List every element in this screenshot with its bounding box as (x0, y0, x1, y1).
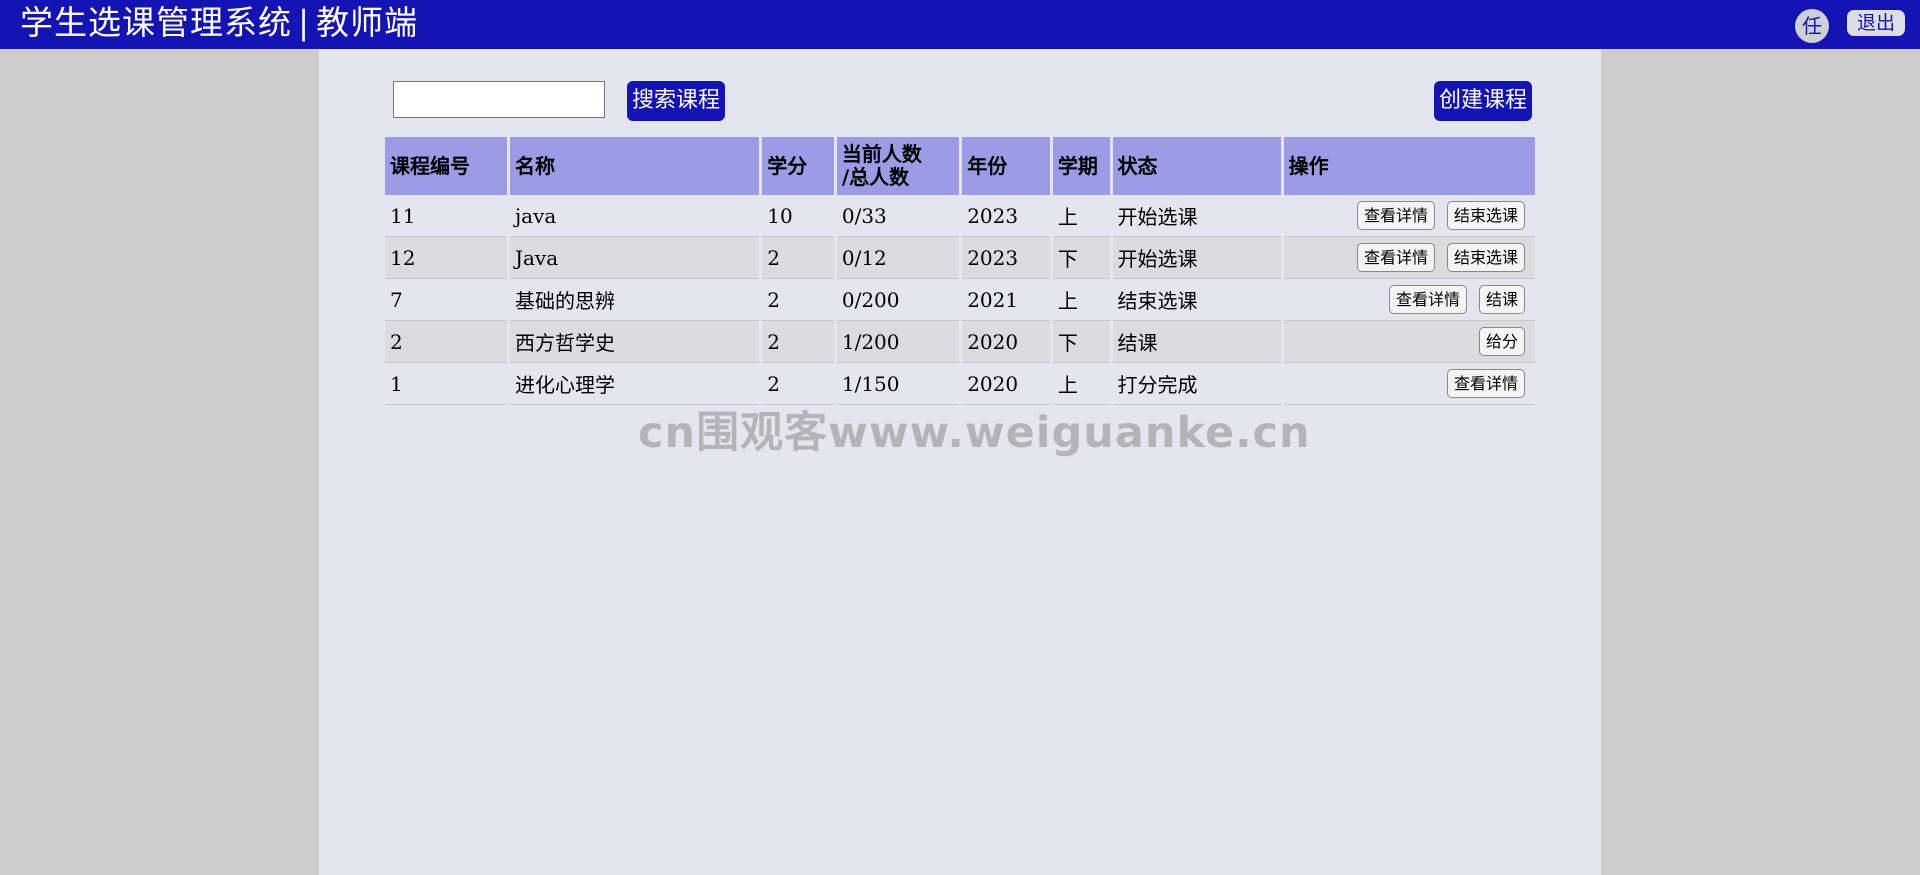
column-header-year: 年份 (962, 137, 1050, 195)
cell-status: 结课 (1112, 321, 1281, 363)
cell-id: 7 (385, 279, 507, 321)
cell-term: 上 (1052, 279, 1110, 321)
view-details-button[interactable]: 查看详情 (1446, 369, 1525, 398)
column-header-count: 当前人数/总人数 (836, 137, 960, 195)
cell-count: 1/200 (836, 321, 960, 363)
view-details-button[interactable]: 查看详情 (1388, 285, 1467, 314)
column-header-status: 状态 (1112, 137, 1281, 195)
role-name: 教师端 (316, 3, 419, 42)
cell-year: 2021 (962, 279, 1050, 321)
view-details-button[interactable]: 查看详情 (1356, 201, 1435, 230)
main-content: 搜索课程 创建课程 课程编号 名称 学分 当前人数/总人数 年份 学期 状态 操… (319, 49, 1601, 875)
column-header-count-line2: /总人数 (841, 165, 910, 189)
cell-id: 1 (385, 363, 507, 405)
cell-actions: 查看详情 结课 (1283, 279, 1535, 321)
column-header-name: 名称 (509, 137, 760, 195)
cell-status: 开始选课 (1112, 195, 1281, 237)
cell-actions: 查看详情 结束选课 (1283, 237, 1535, 279)
cell-credit: 2 (762, 321, 834, 363)
cell-status: 开始选课 (1112, 237, 1281, 279)
cell-name: Java (509, 237, 760, 279)
cell-credit: 2 (762, 237, 834, 279)
cell-year: 2023 (962, 237, 1050, 279)
end-selection-button[interactable]: 结束选课 (1446, 243, 1525, 272)
close-course-button[interactable]: 结课 (1478, 285, 1525, 314)
table-row: 7 基础的思辨 2 0/200 2021 上 结束选课 查看详情 结课 (385, 279, 1535, 321)
cell-actions: 给分 (1283, 321, 1535, 363)
cell-credit: 10 (762, 195, 834, 237)
title-separator: | (298, 3, 311, 42)
cell-id: 12 (385, 237, 507, 279)
cell-id: 2 (385, 321, 507, 363)
column-header-term: 学期 (1052, 137, 1110, 195)
app-title: 学生选课管理系统 | 教师端 (20, 3, 418, 43)
cell-count: 0/33 (836, 195, 960, 237)
cell-name: 基础的思辨 (509, 279, 760, 321)
system-name: 学生选课管理系统 (20, 3, 292, 42)
watermark: cn围观客www.weiguanke.cn (638, 408, 1311, 458)
cell-term: 下 (1052, 321, 1110, 363)
column-header-id: 课程编号 (385, 137, 507, 195)
cell-name: java (509, 195, 760, 237)
search-course-button[interactable]: 搜索课程 (627, 81, 725, 121)
column-header-actions: 操作 (1283, 137, 1535, 195)
search-input[interactable] (393, 81, 605, 118)
grade-button[interactable]: 给分 (1478, 327, 1525, 356)
create-course-button[interactable]: 创建课程 (1434, 81, 1532, 121)
table-header-row: 课程编号 名称 学分 当前人数/总人数 年份 学期 状态 操作 (385, 137, 1535, 195)
cell-name: 西方哲学史 (509, 321, 760, 363)
cell-actions: 查看详情 结束选课 (1283, 195, 1535, 237)
cell-id: 11 (385, 195, 507, 237)
table-row: 12 Java 2 0/12 2023 下 开始选课 查看详情 结束选课 (385, 237, 1535, 279)
cell-year: 2023 (962, 195, 1050, 237)
cell-term: 下 (1052, 237, 1110, 279)
cell-actions: 查看详情 (1283, 363, 1535, 405)
cell-status: 结束选课 (1112, 279, 1281, 321)
cell-credit: 2 (762, 279, 834, 321)
table-row: 2 西方哲学史 2 1/200 2020 下 结课 给分 (385, 321, 1535, 363)
cell-term: 上 (1052, 195, 1110, 237)
column-header-count-line1: 当前人数 (841, 142, 922, 166)
cell-count: 0/12 (836, 237, 960, 279)
end-selection-button[interactable]: 结束选课 (1446, 201, 1525, 230)
view-details-button[interactable]: 查看详情 (1356, 243, 1435, 272)
logout-button[interactable]: 退出 (1847, 10, 1905, 36)
avatar[interactable]: 任 (1795, 9, 1829, 43)
course-table: 课程编号 名称 学分 当前人数/总人数 年份 学期 状态 操作 11 java … (382, 137, 1538, 405)
cell-year: 2020 (962, 321, 1050, 363)
top-bar: 学生选课管理系统 | 教师端 任 退出 (0, 0, 1920, 49)
column-header-credit: 学分 (762, 137, 834, 195)
cell-count: 0/200 (836, 279, 960, 321)
table-row: 11 java 10 0/33 2023 上 开始选课 查看详情 结束选课 (385, 195, 1535, 237)
